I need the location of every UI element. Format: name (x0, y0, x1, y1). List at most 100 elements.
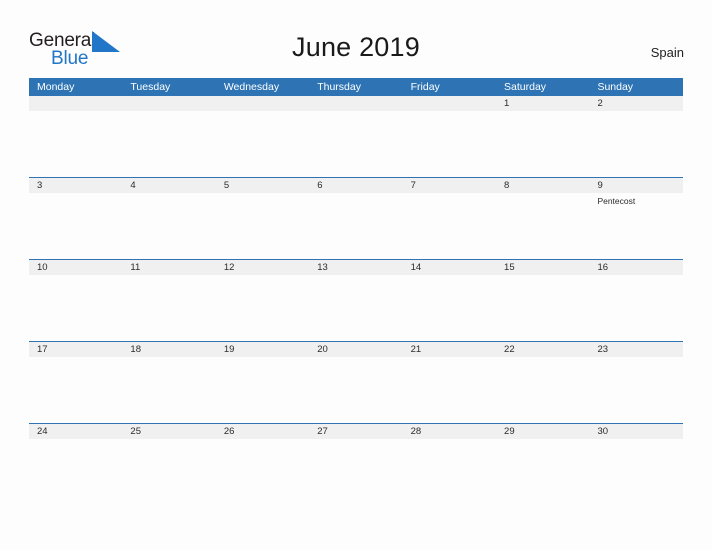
day-cell[interactable] (29, 357, 122, 423)
week-event-band: Pentecost (29, 193, 683, 259)
day-number[interactable]: 24 (29, 424, 122, 439)
calendar-week-row: 12 (29, 96, 683, 177)
holiday-event-label: Pentecost (597, 196, 636, 206)
day-cell[interactable] (122, 357, 215, 423)
day-number[interactable] (29, 96, 122, 111)
day-number[interactable]: 23 (589, 342, 682, 357)
day-cell[interactable] (403, 357, 496, 423)
week-event-band (29, 111, 683, 177)
day-cell[interactable] (29, 439, 122, 451)
week-date-band: 10 11 12 13 14 15 16 (29, 260, 683, 275)
week-event-band (29, 357, 683, 423)
day-number[interactable]: 18 (122, 342, 215, 357)
calendar-grid: Monday Tuesday Wednesday Thursday Friday Satu… (29, 78, 683, 451)
day-cell[interactable] (216, 357, 309, 423)
week-event-band (29, 275, 683, 341)
day-number[interactable]: 17 (29, 342, 122, 357)
day-of-week-header-row: Monday Tuesday Wednesday Thursday Friday Satu… (29, 78, 683, 96)
calendar-week-row: 3 4 5 6 7 8 9 Pentecost (29, 177, 683, 259)
day-number[interactable]: 11 (122, 260, 215, 275)
week-date-band: 24 25 26 27 28 29 30 (29, 424, 683, 439)
day-cell[interactable] (122, 111, 215, 177)
day-cell[interactable] (216, 439, 309, 451)
day-cell[interactable] (496, 111, 589, 177)
day-cell[interactable] (216, 111, 309, 177)
region-label: Spain (650, 45, 684, 60)
day-number[interactable] (216, 96, 309, 111)
calendar-week-row: 10 11 12 13 14 15 16 (29, 259, 683, 341)
page-header: General Blue June 2019 Spain (0, 0, 712, 77)
day-number[interactable]: 21 (403, 342, 496, 357)
day-number[interactable]: 7 (403, 178, 496, 193)
day-number[interactable]: 16 (589, 260, 682, 275)
day-cell[interactable] (496, 357, 589, 423)
day-cell[interactable] (589, 439, 682, 451)
day-of-week-header: Sunday (597, 81, 634, 93)
calendar-week-row: 24 25 26 27 28 29 30 (29, 423, 683, 451)
day-number[interactable]: 20 (309, 342, 402, 357)
day-number[interactable]: 5 (216, 178, 309, 193)
day-cell[interactable] (309, 111, 402, 177)
day-number[interactable] (403, 96, 496, 111)
day-cell[interactable] (403, 111, 496, 177)
day-number[interactable]: 8 (496, 178, 589, 193)
day-cell[interactable] (496, 193, 589, 259)
week-date-band: 17 18 19 20 21 22 23 (29, 342, 683, 357)
day-of-week-header: Tuesday (130, 81, 171, 93)
day-number[interactable]: 10 (29, 260, 122, 275)
day-cell[interactable] (122, 439, 215, 451)
day-cell[interactable]: Pentecost (589, 193, 682, 259)
day-cell[interactable] (403, 439, 496, 451)
day-cell[interactable] (29, 193, 122, 259)
day-number[interactable]: 28 (403, 424, 496, 439)
day-cell[interactable] (496, 439, 589, 451)
day-number[interactable]: 29 (496, 424, 589, 439)
day-cell[interactable] (403, 275, 496, 341)
day-number[interactable] (309, 96, 402, 111)
day-cell[interactable] (29, 275, 122, 341)
day-number[interactable]: 19 (216, 342, 309, 357)
day-cell[interactable] (403, 193, 496, 259)
day-of-week-header: Thursday (317, 81, 361, 93)
day-number[interactable]: 27 (309, 424, 402, 439)
day-number[interactable]: 30 (589, 424, 682, 439)
day-of-week-header: Saturday (504, 81, 547, 93)
week-date-band: 12 (29, 96, 683, 111)
day-number[interactable] (122, 96, 215, 111)
day-number[interactable]: 14 (403, 260, 496, 275)
day-cell[interactable] (216, 275, 309, 341)
calendar-weeks: 1 2 3 4 5 6 7 8 9 Pentecost 10 11 12 13 14 15 16 17 18 19 20… (29, 96, 683, 451)
day-cell[interactable] (122, 275, 215, 341)
day-of-week-header: Friday (410, 81, 440, 93)
day-cell[interactable] (216, 193, 309, 259)
day-number[interactable]: 3 (29, 178, 122, 193)
day-cell[interactable] (309, 275, 402, 341)
day-number[interactable]: 26 (216, 424, 309, 439)
day-cell[interactable] (309, 439, 402, 451)
calendar-page: General Blue June 2019 Spain Monday Tuesd… (0, 0, 712, 550)
day-cell[interactable] (309, 193, 402, 259)
week-date-band: 3456789 (29, 178, 683, 193)
day-cell[interactable] (589, 357, 682, 423)
day-number[interactable]: 13 (309, 260, 402, 275)
day-number[interactable]: 4 (122, 178, 215, 193)
day-number[interactable]: 22 (496, 342, 589, 357)
page-title: June 2019 (292, 32, 420, 62)
day-cell[interactable] (589, 111, 682, 177)
calendar-week-row: 17 18 19 20 21 22 23 (29, 341, 683, 423)
day-cell[interactable] (29, 111, 122, 177)
day-of-week-header: Monday (37, 81, 75, 93)
day-cell[interactable] (122, 193, 215, 259)
day-of-week-header: Wednesday (223, 81, 280, 93)
day-number[interactable]: 25 (122, 424, 215, 439)
day-cell[interactable] (309, 357, 402, 423)
day-cell[interactable] (496, 275, 589, 341)
day-number[interactable]: 1 (496, 96, 589, 111)
day-number[interactable]: 9 (589, 178, 682, 193)
day-number[interactable]: 12 (216, 260, 309, 275)
day-number[interactable]: 15 (496, 260, 589, 275)
day-cell[interactable] (589, 275, 682, 341)
day-number[interactable]: 6 (309, 178, 402, 193)
week-event-band (29, 439, 683, 451)
day-number[interactable]: 2 (589, 96, 682, 111)
